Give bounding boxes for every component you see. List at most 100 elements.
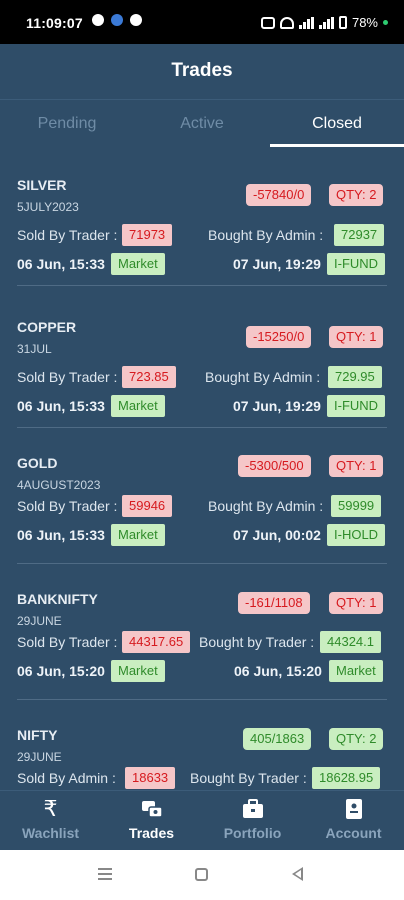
buy-label: Bought By Trader :: [190, 770, 307, 786]
trade-item-banknifty[interactable]: BANKNIFTY 29JUNE -161/1108 QTY: 1 Sold B…: [0, 564, 404, 700]
buy-tag: I-HOLD: [327, 524, 386, 546]
sell-time: 06 Jun, 15:33: [17, 527, 105, 543]
buy-label: Bought By Admin :: [205, 369, 321, 385]
divider: [17, 285, 387, 286]
sell-price: 18633: [125, 767, 176, 789]
signal-icon: [298, 16, 314, 29]
qty-badge: QTY: 1: [329, 455, 384, 477]
notification-icons: [92, 14, 142, 26]
qty-badge: QTY: 1: [329, 326, 384, 348]
trade-list[interactable]: SILVER 5JULY2023 -57840/0 QTY: 2 Sold By…: [0, 150, 404, 790]
trade-item-nifty[interactable]: NIFTY 29JUNE 405/1863 QTY: 2 Sold By Adm…: [0, 700, 404, 790]
sell-tag: Market: [111, 253, 165, 275]
qty-badge: QTY: 2: [329, 184, 384, 206]
buy-label: Bought By Admin :: [208, 498, 324, 514]
recent-apps-icon[interactable]: [98, 868, 112, 880]
buy-price: 44324.1: [320, 631, 381, 653]
nav-label: Trades: [128, 825, 175, 841]
sell-tag: Market: [111, 524, 165, 546]
buy-label: Bought by Trader :: [199, 634, 315, 650]
sell-label: Sold By Trader :: [17, 227, 118, 243]
buy-tag: I-FUND: [327, 253, 386, 275]
signal2-icon: [318, 16, 334, 29]
nav-label: Portfolio: [223, 825, 282, 841]
status-bar: 11:09:07 78%: [0, 0, 404, 44]
battery-icon: [338, 16, 347, 29]
battery-level: 78%: [351, 15, 378, 30]
buy-time: 07 Jun, 00:02: [233, 527, 321, 543]
wifi-icon: [279, 16, 294, 29]
trades-icon: [140, 797, 164, 821]
pnl-badge: -5300/500: [238, 455, 311, 477]
buy-price: 72937: [334, 224, 385, 246]
sell-time: 06 Jun, 15:33: [17, 256, 105, 272]
trade-expiry: 31JUL: [17, 342, 52, 356]
trade-symbol: BANKNIFTY: [17, 591, 98, 607]
status-right: 78%: [260, 15, 388, 30]
trade-symbol: COPPER: [17, 319, 77, 335]
sell-label: Sold By Trader :: [17, 498, 118, 514]
nav-portfolio[interactable]: Portfolio: [202, 791, 303, 851]
sell-price: 723.85: [122, 366, 176, 388]
app-header: Trades: [0, 44, 404, 100]
buy-price: 729.95: [328, 366, 382, 388]
sell-price: 44317.65: [122, 631, 191, 653]
nav-trades[interactable]: Trades: [101, 791, 202, 851]
nav-label: Wachlist: [21, 825, 80, 841]
nav-watchlist[interactable]: ₹ Wachlist: [0, 791, 101, 851]
tab-indicator: [270, 144, 404, 147]
buy-tag: Market: [329, 660, 383, 682]
back-icon[interactable]: [292, 867, 303, 881]
briefcase-icon: [241, 797, 265, 821]
trade-item-gold[interactable]: GOLD 4AUGUST2023 -5300/500 QTY: 1 Sold B…: [0, 428, 404, 564]
trade-item-silver[interactable]: SILVER 5JULY2023 -57840/0 QTY: 2 Sold By…: [0, 150, 404, 286]
tab-pending[interactable]: Pending: [0, 100, 134, 148]
pnl-badge: 405/1863: [243, 728, 312, 750]
buy-price: 59999: [331, 495, 382, 517]
trade-tabs: Pending Active Closed: [0, 100, 404, 148]
pnl-badge: -15250/0: [246, 326, 312, 348]
buy-label: Bought By Admin :: [208, 227, 324, 243]
pnl-badge: -57840/0: [246, 184, 312, 206]
tab-active[interactable]: Active: [135, 100, 269, 148]
trade-expiry: 29JUNE: [17, 750, 62, 764]
sell-time: 06 Jun, 15:33: [17, 398, 105, 414]
rupee-icon: ₹: [43, 796, 58, 821]
status-time: 11:09:07: [26, 15, 83, 31]
buy-time: 06 Jun, 15:20: [234, 663, 322, 679]
nav-label: Account: [325, 825, 382, 841]
trade-symbol: NIFTY: [17, 727, 58, 743]
system-nav-bar: [0, 850, 404, 900]
sell-tag: Market: [111, 395, 165, 417]
sell-price: 59946: [122, 495, 173, 517]
buy-price: 18628.95: [312, 767, 381, 789]
trade-expiry: 5JULY2023: [17, 200, 79, 214]
bottom-nav: ₹ Wachlist Trades Portfolio Account: [0, 790, 404, 851]
app-icon: [111, 14, 123, 26]
sell-time: 06 Jun, 15:20: [17, 663, 105, 679]
nav-account[interactable]: Account: [303, 791, 404, 851]
trade-symbol: GOLD: [17, 455, 58, 471]
trade-expiry: 4AUGUST2023: [17, 478, 101, 492]
person-icon: [130, 14, 142, 26]
sell-label: Sold By Admin :: [17, 770, 116, 786]
home-icon[interactable]: [195, 868, 208, 881]
chat-icon: [92, 14, 104, 26]
sell-label: Sold By Trader :: [17, 369, 118, 385]
sell-price: 71973: [122, 224, 173, 246]
trade-expiry: 29JUNE: [17, 614, 62, 628]
qty-badge: QTY: 2: [329, 728, 384, 750]
pnl-badge: -161/1108: [238, 592, 310, 614]
buy-time: 07 Jun, 19:29: [233, 256, 321, 272]
nfc-icon: [260, 16, 275, 29]
sell-tag: Market: [111, 660, 165, 682]
trade-item-copper[interactable]: COPPER 31JUL -15250/0 QTY: 1 Sold By Tra…: [0, 292, 404, 428]
buy-time: 07 Jun, 19:29: [233, 398, 321, 414]
camera-indicator-icon: [383, 20, 388, 25]
tab-closed[interactable]: Closed: [270, 100, 404, 148]
qty-badge: QTY: 1: [329, 592, 384, 614]
account-icon: [342, 797, 366, 821]
buy-tag: I-FUND: [327, 395, 386, 417]
page-title: Trades: [171, 60, 233, 81]
trade-symbol: SILVER: [17, 177, 67, 193]
